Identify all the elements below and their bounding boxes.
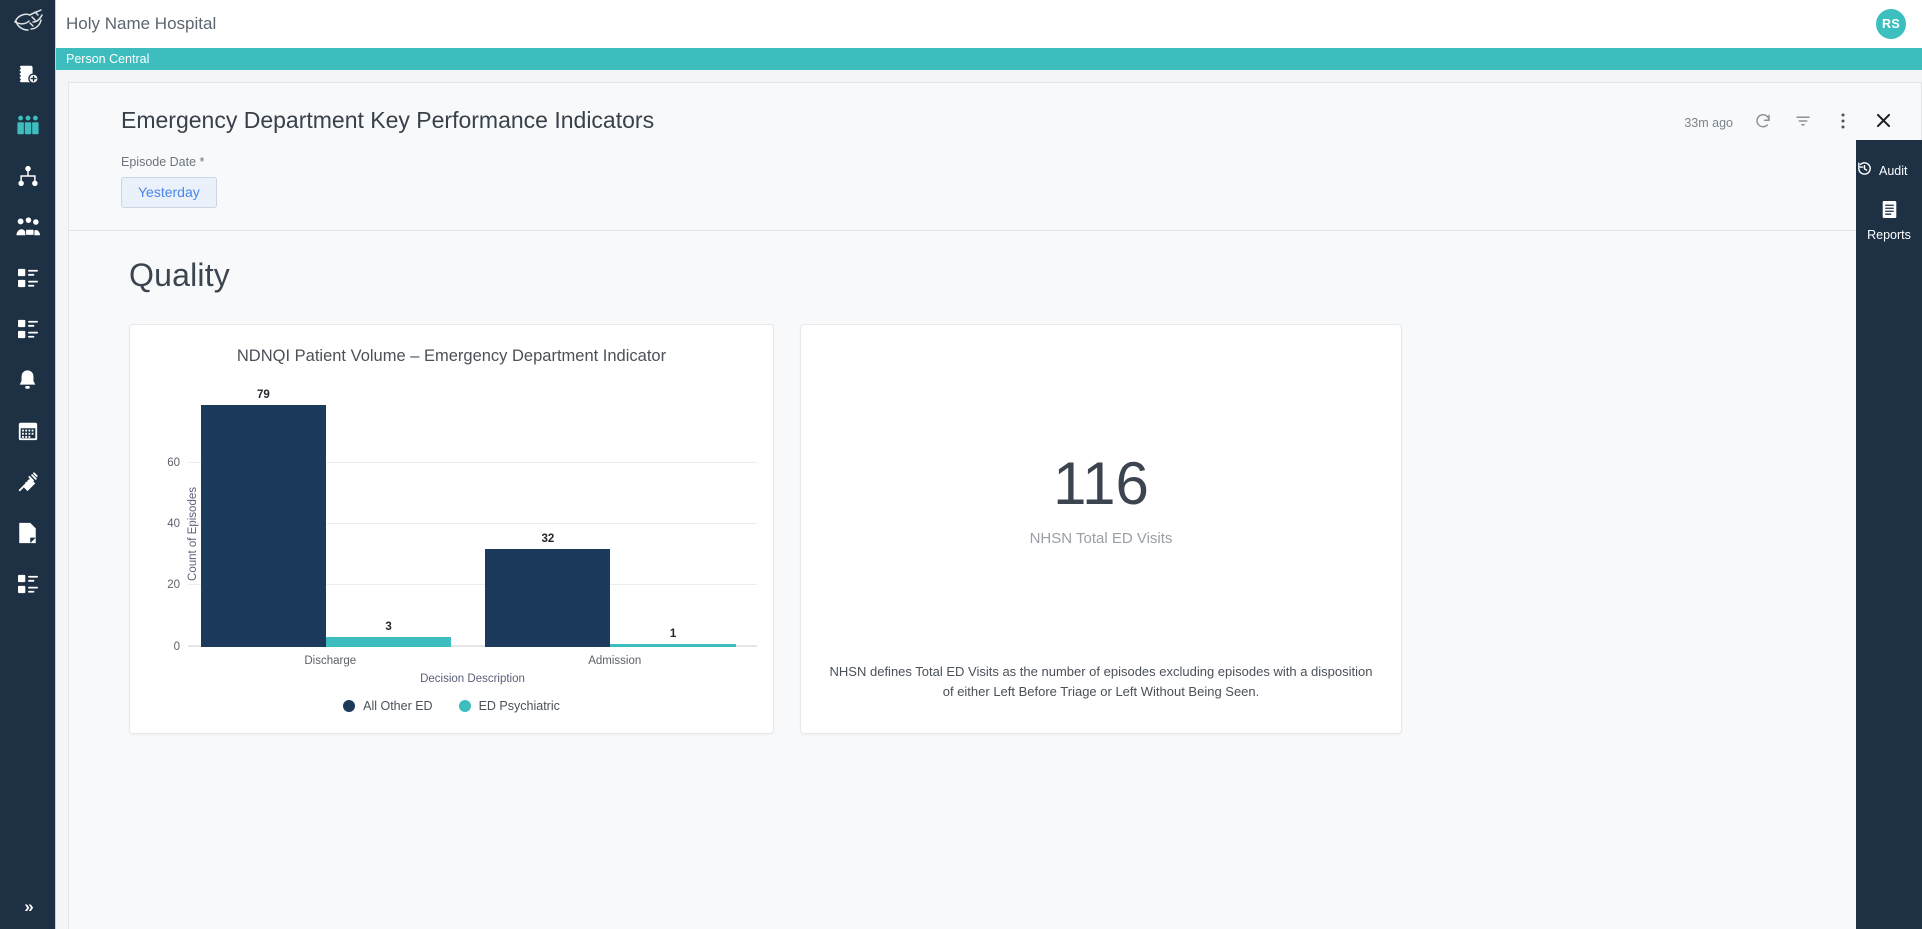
chart-legend-item[interactable]: ED Psychiatric	[458, 698, 560, 713]
chart-x-axis-label: Decision Description	[420, 672, 525, 685]
sidebar-item-list-detail-2[interactable]	[0, 558, 56, 609]
list-detail-icon-2	[17, 574, 39, 594]
more-options-icon	[1835, 112, 1851, 135]
chart-bar-value-label: 3	[385, 621, 392, 634]
chart-bar[interactable]: 1	[610, 628, 736, 647]
episode-date-chip[interactable]: Yesterday	[121, 176, 217, 208]
chart-area: Count of Episodes Decision Description 0…	[142, 376, 761, 693]
bell-icon	[17, 369, 38, 391]
chart-bar-value-label: 79	[256, 388, 270, 401]
expand-sidebar-button[interactable]: »	[0, 891, 56, 923]
chart-bar[interactable]: 79	[200, 389, 326, 647]
filter-button[interactable]	[1793, 113, 1813, 133]
right-rail-item-audit[interactable]: Audit	[1856, 148, 1922, 192]
chart-bar-value-label: 32	[541, 532, 555, 545]
chart-card: NDNQI Patient Volume – Emergency Departm…	[129, 323, 774, 734]
last-refreshed-label: 33m ago	[1684, 116, 1733, 130]
top-header-bar: Holy Name Hospital RS	[56, 0, 1922, 48]
kpi-body: 116 NHSN Total ED Visits	[823, 339, 1379, 663]
kpi-caption: NHSN Total ED Visits	[1029, 529, 1173, 547]
body-area: Emergency Department Key Performance Ind…	[56, 70, 1922, 929]
chart-legend-swatch	[343, 699, 356, 712]
required-asterisk: *	[199, 154, 205, 169]
main-column: Holy Name Hospital RS Person Central Eme…	[56, 0, 1922, 929]
chart-plot[interactable]: Decision Description 0 20 40 60 79 3 Discharge…	[167, 389, 757, 685]
close-button[interactable]	[1873, 113, 1893, 133]
people-group-icon	[16, 114, 40, 136]
refresh-icon	[1754, 112, 1772, 135]
tab-strip: Person Central	[56, 48, 1922, 70]
document-icon	[17, 522, 38, 544]
scroll-region: Quality NDNQI Patient Volume – Emergency…	[69, 230, 1921, 929]
chart-legend-swatch	[458, 699, 471, 712]
chart-y-tick: 0	[173, 640, 180, 653]
chart-legend-item[interactable]: All Other ED	[343, 698, 433, 713]
chart-bar[interactable]: 32	[485, 533, 611, 647]
panel-header: Emergency Department Key Performance Ind…	[69, 83, 1921, 230]
application-window: » Holy Name Hospital RS Person Central E…	[0, 0, 1922, 929]
sidebar-item-documents[interactable]	[0, 507, 56, 558]
sidebar-item-list-detail[interactable]	[0, 252, 56, 303]
right-navigation-rail: Audit Reports	[1856, 140, 1922, 929]
close-icon	[1874, 111, 1893, 135]
app-logo-dove-dna-icon[interactable]	[0, 0, 56, 48]
organization-title: Holy Name Hospital	[66, 13, 217, 33]
chart-y-tick: 20	[167, 579, 180, 592]
list-detail-alt-icon	[17, 319, 39, 339]
report-document-icon	[1881, 200, 1898, 224]
chart-legend-label: ED Psychiatric	[478, 698, 560, 713]
chart-bar-value-label: 1	[669, 627, 677, 640]
care-team-icon	[15, 216, 40, 238]
org-hierarchy-icon	[17, 165, 39, 187]
filter-block: Episode Date * Yesterday	[121, 155, 1893, 208]
panel-toolbar: 33m ago	[1684, 107, 1893, 133]
chevron-double-right-icon: »	[24, 897, 34, 916]
page-title: Emergency Department Key Performance Ind…	[121, 107, 655, 133]
syringe-icon	[17, 471, 39, 493]
kpi-footnote: NHSN defines Total ED Visits as the numb…	[829, 664, 1373, 700]
sidebar-item-notebook-add[interactable]	[0, 48, 56, 99]
filter-icon	[1794, 112, 1812, 135]
sidebar-item-people-group[interactable]	[0, 99, 56, 150]
sidebar-item-org-hierarchy[interactable]	[0, 150, 56, 201]
right-rail-label-reports: Reports	[1867, 228, 1911, 242]
kpi-card: 116 NHSN Total ED Visits NHSN defines To…	[800, 323, 1402, 734]
sidebar-item-alerts[interactable]	[0, 354, 56, 405]
chart-y-tick: 60	[167, 456, 180, 469]
chart-title: NDNQI Patient Volume – Emergency Departm…	[236, 346, 667, 365]
episode-date-label: Episode Date *	[121, 155, 1893, 169]
tab-person-central[interactable]: Person Central	[66, 52, 149, 66]
chart-x-tick: Discharge	[304, 654, 357, 667]
sidebar-item-list-detail-alt[interactable]	[0, 303, 56, 354]
kpi-panel: Emergency Department Key Performance Ind…	[68, 82, 1922, 929]
history-clock-icon	[1856, 160, 1873, 182]
chart-x-tick: Admission	[588, 654, 642, 667]
more-options-button[interactable]	[1833, 113, 1853, 133]
sidebar-item-medications[interactable]	[0, 456, 56, 507]
kpi-value: 116	[1053, 449, 1149, 517]
sidebar-item-care-team[interactable]	[0, 201, 56, 252]
list-detail-icon	[17, 268, 39, 288]
chart-bar[interactable]: 3	[325, 621, 452, 647]
chart-legend: All Other ED ED Psychiatric	[142, 693, 761, 723]
center-wrap: Emergency Department Key Performance Ind…	[56, 70, 1922, 929]
section-title: Quality	[129, 256, 230, 293]
chart-legend-label: All Other ED	[363, 698, 433, 713]
left-navigation-rail: »	[0, 0, 56, 929]
avatar[interactable]: RS	[1876, 8, 1906, 39]
right-rail-item-reports[interactable]: Reports	[1856, 192, 1922, 252]
notebook-add-icon	[17, 63, 39, 85]
calendar-icon	[17, 420, 39, 442]
chart-y-tick: 40	[167, 518, 180, 531]
episode-date-label-text: Episode Date	[121, 154, 197, 169]
refresh-button[interactable]	[1753, 113, 1773, 133]
sidebar-item-calendar[interactable]	[0, 405, 56, 456]
dashboard-content: Quality NDNQI Patient Volume – Emergency…	[69, 231, 1904, 929]
right-rail-label-audit: Audit	[1879, 164, 1908, 178]
cards-row: NDNQI Patient Volume – Emergency Departm…	[129, 323, 1904, 734]
